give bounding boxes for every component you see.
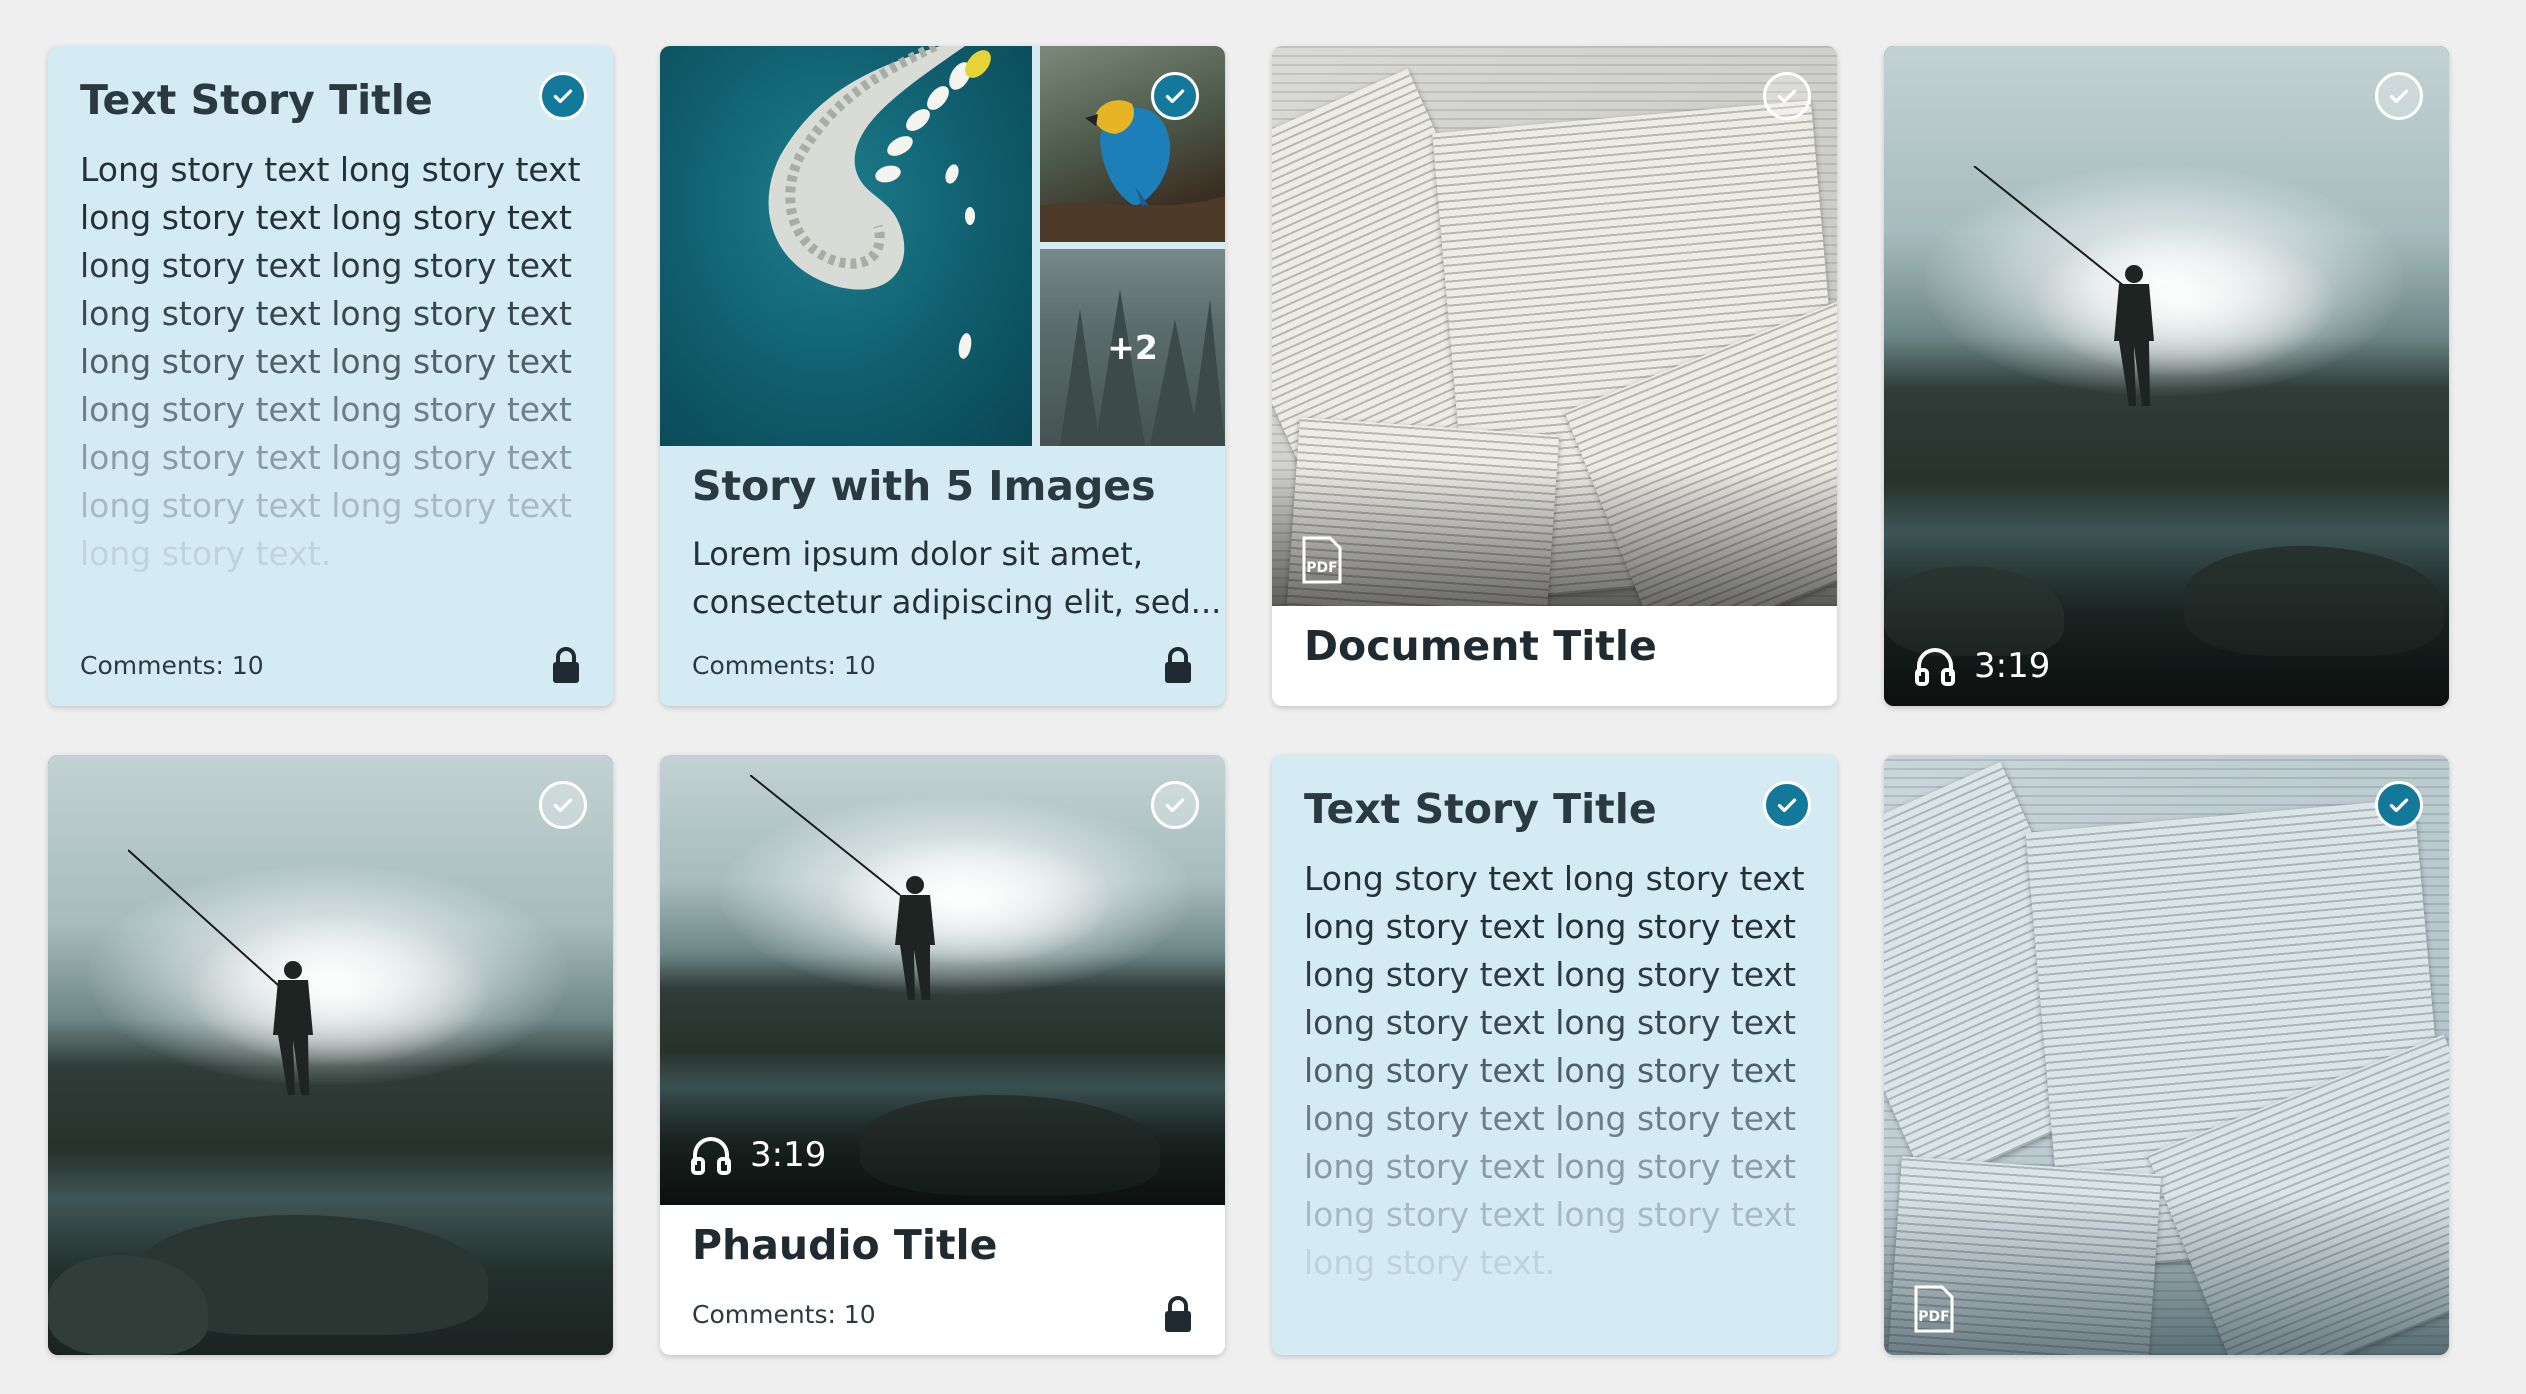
story-line: Long story text long story text — [1304, 859, 1805, 898]
story-line: long story text long story text — [1304, 1003, 1796, 1042]
card-title: Text Story Title — [80, 76, 433, 124]
story-line: long story text long story text — [80, 246, 572, 285]
headphones-icon — [690, 1135, 732, 1175]
document-image: PDF — [1272, 46, 1837, 606]
story-excerpt: Lorem ipsum dolor sit amet, consectetur … — [692, 530, 1222, 626]
unselected-check-icon[interactable] — [1151, 781, 1199, 829]
card-title: Text Story Title — [1304, 785, 1657, 833]
story-text: Long story text long story text long sto… — [80, 146, 581, 578]
story-line: long story text long story text — [1304, 1051, 1796, 1090]
selected-check-icon[interactable] — [2375, 781, 2423, 829]
story-line: long story text long story text — [80, 342, 572, 381]
pier-illustration — [768, 46, 991, 359]
parrot-illustration — [1040, 100, 1225, 242]
fisherman-image — [1884, 46, 2449, 706]
excerpt-line: consectetur adipiscing elit, sed... — [692, 583, 1222, 621]
unselected-check-icon[interactable] — [2375, 72, 2423, 120]
story-line: long story text long story text — [1304, 1099, 1796, 1138]
unselected-check-icon[interactable] — [539, 781, 587, 829]
story-line: long story text long story text — [1304, 907, 1796, 946]
story-line: long story text long story text — [1304, 955, 1796, 994]
fisherman-figure — [1973, 166, 2154, 406]
side-image-more[interactable]: +2 — [1040, 249, 1225, 446]
document-image: PDF — [1884, 755, 2449, 1355]
story-grid: Text Story Title Long story text long st… — [0, 0, 2526, 1394]
audio-duration: 3:19 — [1914, 646, 2050, 686]
story-line: long story text. — [80, 534, 332, 573]
story-line: long story text long story text — [80, 390, 572, 429]
headphones-icon — [1914, 646, 1956, 686]
lock-icon — [551, 646, 581, 684]
phaudio-card[interactable]: 3:19 Phaudio Title Comments: 10 — [660, 755, 1225, 1355]
story-line: long story text long story text — [80, 438, 572, 477]
pdf-icon: PDF — [1302, 536, 1342, 584]
card-footer: Comments: 10 — [80, 646, 581, 684]
story-line: long story text long story text — [1304, 1195, 1796, 1234]
text-story-card[interactable]: Text Story Title Long story text long st… — [48, 46, 613, 706]
lock-icon — [1163, 1295, 1193, 1333]
duration-text: 3:19 — [750, 1135, 827, 1175]
image-story-card[interactable]: +2 Story with 5 Images Lorem ipsum dolor… — [660, 46, 1225, 706]
excerpt-line: Lorem ipsum dolor sit amet, — [692, 535, 1143, 573]
story-line: long story text long story text — [80, 294, 572, 333]
document-card[interactable]: PDF Document Title — [1272, 46, 1837, 706]
unselected-check-icon[interactable] — [1763, 72, 1811, 120]
main-image — [660, 46, 1032, 446]
document-card[interactable]: PDF — [1884, 755, 2449, 1355]
story-line: Long story text long story text — [80, 150, 581, 189]
photo-card[interactable] — [48, 755, 613, 1355]
card-title: Document Title — [1304, 622, 1657, 670]
card-footer: Comments: 10 — [692, 1295, 1193, 1333]
lock-icon — [1163, 646, 1193, 684]
card-title: Phaudio Title — [692, 1221, 998, 1269]
comments-count[interactable]: Comments: 10 — [692, 651, 876, 680]
card-title: Story with 5 Images — [692, 462, 1156, 510]
comments-count[interactable]: Comments: 10 — [692, 1300, 876, 1329]
fisherman-figure — [128, 849, 313, 1095]
selected-check-icon[interactable] — [539, 72, 587, 120]
svg-text:PDF: PDF — [1918, 1309, 1949, 1325]
side-image-parrot — [1040, 46, 1225, 242]
pdf-icon: PDF — [1914, 1285, 1954, 1333]
story-text: Long story text long story text long sto… — [1304, 855, 1805, 1287]
fisherman-figure — [750, 775, 935, 1000]
duration-text: 3:19 — [1974, 646, 2051, 686]
comments-count[interactable]: Comments: 10 — [80, 651, 264, 680]
story-line: long story text. — [1304, 1243, 1556, 1282]
story-line: long story text long story text — [80, 198, 572, 237]
more-images-count: +2 — [1040, 249, 1225, 446]
svg-text:PDF: PDF — [1306, 560, 1337, 576]
card-footer: Comments: 10 — [692, 646, 1193, 684]
text-story-card[interactable]: Text Story Title Long story text long st… — [1272, 755, 1837, 1355]
selected-check-icon[interactable] — [1151, 72, 1199, 120]
audio-duration: 3:19 — [690, 1135, 826, 1175]
fisherman-image — [48, 755, 613, 1355]
selected-check-icon[interactable] — [1763, 781, 1811, 829]
story-line: long story text long story text — [80, 486, 572, 525]
story-line: long story text long story text — [1304, 1147, 1796, 1186]
audio-card[interactable]: 3:19 — [1884, 46, 2449, 706]
